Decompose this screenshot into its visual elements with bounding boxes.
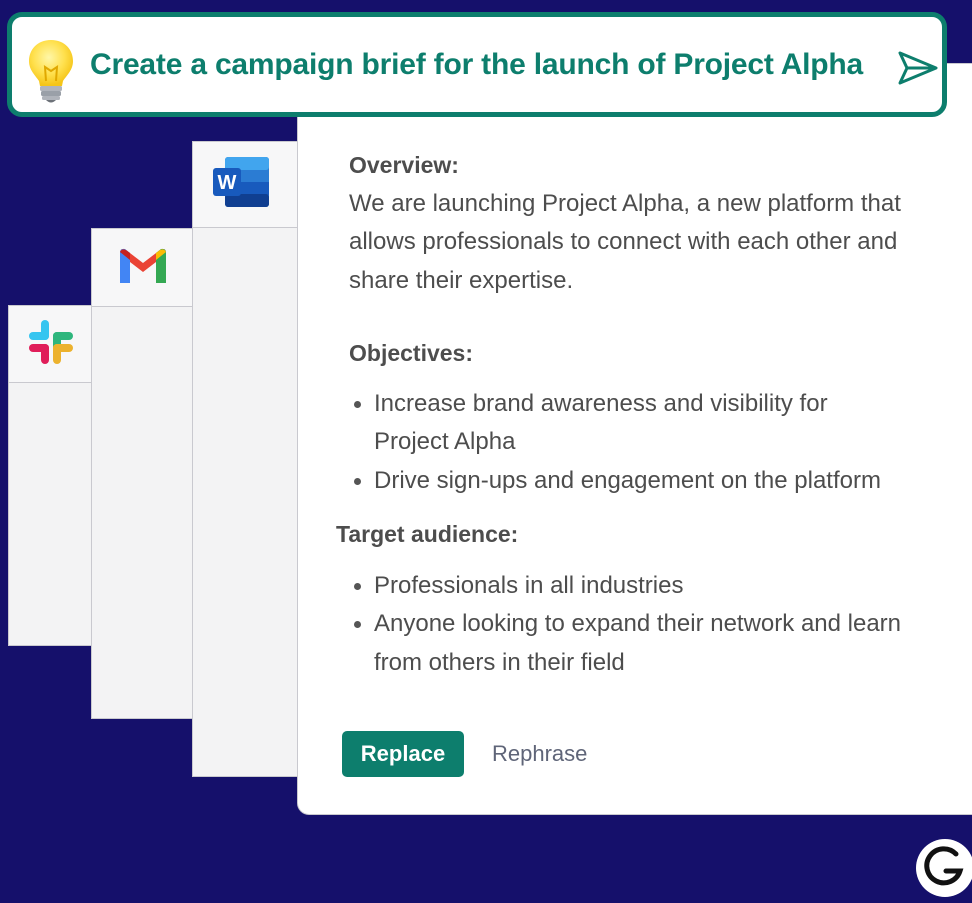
app-card-slack[interactable] — [8, 305, 94, 646]
audience-heading: Target audience: — [336, 521, 519, 547]
list-item: Drive sign-ups and engagement on the pla… — [349, 462, 969, 501]
lightbulb-icon — [26, 37, 76, 110]
brief-panel: Overview: We are launching Project Alpha… — [297, 63, 972, 815]
objectives-heading: Objectives: — [349, 340, 473, 366]
overview-heading: Overview: — [349, 152, 459, 178]
overview-section: Overview: We are launching Project Alpha… — [349, 146, 939, 300]
prompt-text[interactable]: Create a campaign brief for the launch o… — [90, 17, 863, 112]
list-item: Anyone looking to expand their network a… — [349, 605, 914, 682]
rephrase-button[interactable]: Rephrase — [482, 731, 597, 777]
app-card-word[interactable]: W — [192, 141, 302, 777]
objectives-list: Increase brand awareness and visibility … — [349, 385, 969, 501]
gmail-icon — [117, 245, 169, 290]
prompt-bar[interactable]: Create a campaign brief for the launch o… — [7, 12, 947, 117]
audience-list: Professionals in all industries Anyone l… — [349, 567, 966, 683]
grammarly-g-icon — [915, 838, 972, 903]
slack-icon — [27, 318, 75, 371]
list-item: Increase brand awareness and visibility … — [349, 385, 889, 462]
replace-button[interactable]: Replace — [342, 731, 464, 777]
send-icon[interactable] — [897, 50, 939, 91]
audience-section: Target audience: Professionals in all in… — [336, 515, 966, 682]
app-card-header — [9, 306, 93, 383]
word-icon-letter: W — [218, 172, 237, 194]
app-card-header — [92, 229, 194, 307]
app-card-header: W — [193, 142, 301, 228]
app-card-gmail[interactable] — [91, 228, 195, 719]
objectives-section: Objectives: Increase brand awareness and… — [349, 334, 969, 500]
word-icon: W — [211, 155, 271, 214]
overview-text: We are launching Project Alpha, a new pl… — [349, 189, 901, 294]
list-item: Professionals in all industries — [349, 567, 966, 606]
